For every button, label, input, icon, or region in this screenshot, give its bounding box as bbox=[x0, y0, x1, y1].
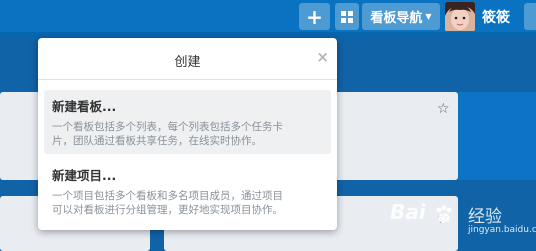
star-icon[interactable]: ☆ bbox=[437, 101, 450, 117]
create-project-description-line1: 一个项目包括多个看板和多名项目成员，通过项目 bbox=[52, 190, 283, 202]
add-button[interactable]: + bbox=[299, 3, 330, 30]
create-board-description: 一个看板包括多个列表，每个列表包括多个任务卡 片，团队通过看板共享任务，在线实时… bbox=[52, 120, 323, 148]
watermark-url: jingyan.baidu.com bbox=[468, 225, 536, 235]
avatar[interactable] bbox=[445, 2, 475, 31]
create-project-title: 新建项目... bbox=[52, 168, 117, 183]
watermark-logo: Bai bbox=[390, 200, 426, 224]
create-board-description-line1: 一个看板包括多个列表，每个列表包括多个任务卡 bbox=[52, 121, 283, 133]
create-board-option[interactable]: 新建看板... 一个看板包括多个列表，每个列表包括多个任务卡 片，团队通过看板共… bbox=[44, 90, 331, 154]
paw-icon bbox=[436, 205, 452, 223]
create-popover: 创建 × 新建看板... 一个看板包括多个列表，每个列表包括多个任务卡 片，团队… bbox=[38, 38, 337, 230]
popover-header: 创建 × bbox=[38, 38, 337, 80]
create-board-description-line2: 片，团队通过看板共享任务，在线实时协作。 bbox=[52, 135, 262, 147]
close-icon[interactable]: × bbox=[316, 48, 329, 66]
grid-icon bbox=[341, 10, 353, 23]
popover-title: 创建 bbox=[174, 55, 201, 70]
boards-button[interactable] bbox=[335, 3, 359, 30]
watermark-text: 经验 bbox=[468, 207, 502, 227]
board-nav-label: 看板导航 bbox=[370, 11, 423, 26]
baidu-jingyan-watermark: Bai 经验 jingyan.baidu.com bbox=[390, 200, 536, 235]
create-project-description-line2: 可以对看板进行分组管理，更好地实现项目协作。 bbox=[52, 204, 283, 216]
avatar-image bbox=[445, 2, 475, 31]
plus-icon: + bbox=[306, 4, 323, 29]
create-project-option[interactable]: 新建项目... 一个项目包括多个看板和多名项目成员，通过项目 可以对看板进行分组… bbox=[44, 159, 331, 221]
board-nav-button[interactable]: 看板导航 ▼ bbox=[362, 3, 440, 30]
username[interactable]: 筱筱 bbox=[482, 7, 510, 27]
top-bar: + 看板导航 ▼ 筱筱 bbox=[0, 0, 536, 32]
create-project-description: 一个项目包括多个看板和多名项目成员，通过项目 可以对看板进行分组管理，更好地实现… bbox=[52, 189, 323, 217]
create-board-title: 新建看板... bbox=[52, 99, 117, 114]
more-button[interactable] bbox=[524, 3, 536, 30]
caret-down-icon: ▼ bbox=[425, 12, 432, 21]
